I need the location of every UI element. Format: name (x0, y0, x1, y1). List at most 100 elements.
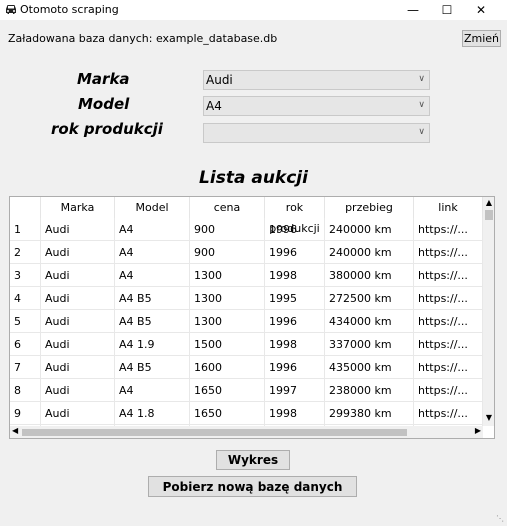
cell-link: https://... (414, 402, 483, 425)
cell-cena: 1650 (190, 379, 265, 402)
table-row[interactable]: 8 Audi A4 1650 1997 238000 km https://... (10, 379, 483, 402)
scroll-up-icon[interactable]: ▲ (483, 198, 494, 207)
cell-link: https://... (414, 333, 483, 356)
cell-przebieg: 435000 km (325, 356, 414, 379)
cell-link: https://... (414, 264, 483, 287)
cell-row-index: 3 (10, 264, 41, 287)
column-header-model[interactable]: Model (115, 197, 190, 218)
cell-model: A4 (115, 241, 190, 264)
cell-marka: Audi (41, 218, 115, 241)
minimize-button[interactable]: — (396, 0, 430, 20)
auction-table[interactable]: Marka Model cena rok produkcji przebieg link … (9, 196, 495, 439)
column-header-link[interactable]: link (414, 197, 483, 218)
cell-rok-produkcji: 1998 (265, 264, 325, 287)
close-button[interactable]: ✕ (464, 0, 498, 20)
cell-marka: Audi (41, 264, 115, 287)
cell-cena: 1300 (190, 287, 265, 310)
model-select[interactable]: A4 ∨ (203, 96, 430, 116)
marka-select-value: Audi (206, 73, 233, 87)
column-header-przebieg[interactable]: przebieg (325, 197, 414, 218)
cell-marka: Audi (41, 356, 115, 379)
cell-link: https://... (414, 379, 483, 402)
column-header-marka[interactable]: Marka (41, 197, 115, 218)
cell-link: https://... (414, 241, 483, 264)
cell-cena: 1300 (190, 264, 265, 287)
cell-rok-produkcji: 1997 (265, 379, 325, 402)
cell-model: A4 1.9 (115, 333, 190, 356)
table-body: 1 Audi A4 900 1996 240000 km https://... 2 Audi A… (10, 218, 483, 426)
column-header-cena[interactable]: cena (190, 197, 265, 218)
download-database-button[interactable]: Pobierz nową bazę danych (148, 476, 357, 497)
cell-row-index: 6 (10, 333, 41, 356)
cell-row-index: 9 (10, 402, 41, 425)
cell-row-index: 7 (10, 356, 41, 379)
cell-link: https://... (414, 310, 483, 333)
cell-przebieg: 272500 km (325, 287, 414, 310)
cell-marka: Audi (41, 310, 115, 333)
cell-cena: 900 (190, 241, 265, 264)
cell-row-index: 1 (10, 218, 41, 241)
table-row[interactable]: 5 Audi A4 B5 1300 1996 434000 km https://... (10, 310, 483, 333)
cell-przebieg: 434000 km (325, 310, 414, 333)
cell-rok-produkcji: 1996 (265, 356, 325, 379)
table-row[interactable]: 2 Audi A4 900 1996 240000 km https://... (10, 241, 483, 264)
title-bar: Otomoto scraping — ☐ ✕ (0, 0, 507, 20)
cell-marka: Audi (41, 402, 115, 425)
column-header-row-index[interactable] (10, 197, 41, 218)
cell-rok-produkcji: 1998 (265, 402, 325, 425)
cell-cena: 1300 (190, 310, 265, 333)
cell-przebieg: 240000 km (325, 218, 414, 241)
chevron-down-icon: ∨ (418, 127, 425, 137)
cell-model: A4 (115, 218, 190, 241)
horizontal-scrollbar[interactable]: ◀ ▶ (10, 426, 483, 438)
cell-marka: Audi (41, 379, 115, 402)
cell-rok-produkcji: 1995 (265, 287, 325, 310)
cell-model: A4 1.8 (115, 402, 190, 425)
scroll-left-icon[interactable]: ◀ (12, 426, 18, 435)
marka-select[interactable]: Audi ∨ (203, 70, 430, 90)
table-row[interactable]: 1 Audi A4 900 1996 240000 km https://... (10, 218, 483, 241)
change-database-button[interactable]: Zmień (462, 30, 501, 47)
cell-cena: 1500 (190, 333, 265, 356)
horizontal-scroll-thumb[interactable] (22, 429, 407, 436)
table-row[interactable]: 6 Audi A4 1.9 1500 1998 337000 km https://... (10, 333, 483, 356)
marka-label: Marka (77, 70, 130, 88)
table-row[interactable]: 9 Audi A4 1.8 1650 1998 299380 km https://... (10, 402, 483, 425)
auction-list-title: Lista aukcji (199, 168, 308, 188)
cell-marka: Audi (41, 333, 115, 356)
cell-cena: 1600 (190, 356, 265, 379)
chart-button[interactable]: Wykres (216, 450, 290, 470)
rok-produkcji-label: rok produkcji (51, 120, 163, 138)
cell-rok-produkcji: 1996 (265, 310, 325, 333)
window-title: Otomoto scraping (20, 3, 119, 16)
cell-row-index: 4 (10, 287, 41, 310)
chevron-down-icon: ∨ (418, 74, 425, 84)
cell-przebieg: 299380 km (325, 402, 414, 425)
cell-rok-produkcji: 1996 (265, 241, 325, 264)
maximize-button[interactable]: ☐ (430, 0, 464, 20)
vertical-scroll-thumb[interactable] (485, 210, 493, 220)
cell-row-index: 2 (10, 241, 41, 264)
scroll-right-icon[interactable]: ▶ (475, 426, 481, 435)
cell-przebieg: 337000 km (325, 333, 414, 356)
cell-link: https://... (414, 287, 483, 310)
cell-przebieg: 380000 km (325, 264, 414, 287)
cell-row-index: 5 (10, 310, 41, 333)
table-row[interactable]: 4 Audi A4 B5 1300 1995 272500 km https://... (10, 287, 483, 310)
cell-row-index: 8 (10, 379, 41, 402)
column-header-rok-produkcji[interactable]: rok produkcji (265, 197, 325, 235)
chevron-down-icon: ∨ (418, 100, 425, 110)
cell-przebieg: 240000 km (325, 241, 414, 264)
loaded-database-label: Załadowana baza danych: example_database… (8, 32, 278, 45)
cell-model: A4 B5 (115, 310, 190, 333)
table-row[interactable]: 7 Audi A4 B5 1600 1996 435000 km https://... (10, 356, 483, 379)
rok-produkcji-select[interactable]: ∨ (203, 123, 430, 143)
cell-model: A4 (115, 379, 190, 402)
cell-cena: 1650 (190, 402, 265, 425)
table-row[interactable]: 3 Audi A4 1300 1998 380000 km https://... (10, 264, 483, 287)
resize-grip-icon[interactable]: ⋱ (496, 514, 504, 523)
vertical-scrollbar[interactable]: ▲ ▼ (483, 197, 494, 426)
scroll-down-icon[interactable]: ▼ (483, 413, 494, 422)
cell-przebieg: 238000 km (325, 379, 414, 402)
cell-rok-produkcji: 1996 (265, 218, 325, 241)
